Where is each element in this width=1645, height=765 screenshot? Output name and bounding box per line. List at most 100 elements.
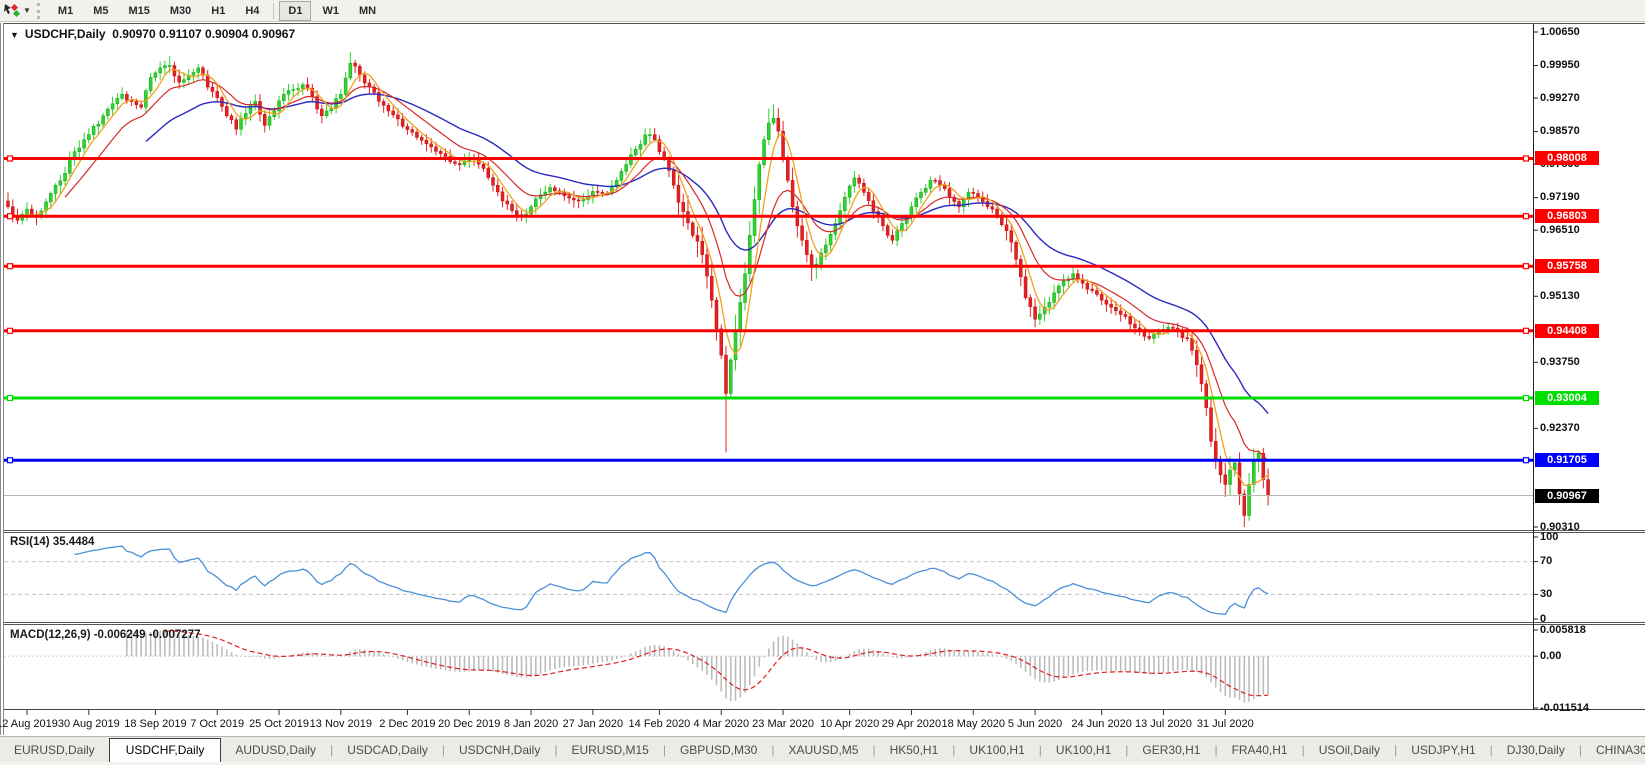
- candle-body: [301, 85, 304, 89]
- candle-body: [453, 162, 456, 164]
- candle-body: [1038, 314, 1041, 319]
- candle-body: [121, 94, 124, 98]
- chart-tab-xauusd-m5[interactable]: XAUUSD,M5: [774, 739, 872, 762]
- date-axis-label: 14 Feb 2020: [629, 718, 691, 730]
- candle-body: [639, 144, 642, 149]
- candle-body: [1248, 484, 1251, 515]
- chart-symbol-dropdown-icon[interactable]: ▼: [10, 30, 19, 40]
- candle-body: [1243, 494, 1246, 516]
- line-handle[interactable]: [8, 396, 13, 401]
- candle-body: [235, 120, 238, 129]
- chart-tab-hk50-h1[interactable]: HK50,H1: [876, 739, 953, 762]
- line-handle[interactable]: [1524, 458, 1529, 463]
- candle-body: [1252, 460, 1255, 484]
- candle-body: [173, 66, 176, 76]
- line-handle[interactable]: [8, 264, 13, 269]
- candle-body: [1124, 314, 1127, 316]
- candle-body: [710, 276, 713, 300]
- candle-body: [729, 360, 732, 394]
- chart-tab-usdcnh-daily[interactable]: USDCNH,Daily: [445, 739, 554, 762]
- date-axis-label: 18 May 2020: [941, 718, 1005, 730]
- date-axis-label: 18 Sep 2019: [124, 718, 186, 730]
- candle-body: [1219, 460, 1222, 474]
- candle-body: [216, 91, 219, 97]
- chart-tab-audusd-daily[interactable]: AUDUSD,Daily: [221, 739, 330, 762]
- candle-body: [1072, 274, 1075, 279]
- candle-body: [786, 159, 789, 181]
- price-axis-label: 0.95130: [1540, 290, 1580, 302]
- line-handle[interactable]: [8, 156, 13, 161]
- candle-body: [1005, 225, 1008, 231]
- candle-body: [1224, 475, 1227, 485]
- chart-tab-bar: EURUSD,DailyUSDCHF,DailyAUDUSD,Daily|USD…: [0, 736, 1645, 762]
- line-handle[interactable]: [8, 214, 13, 219]
- hline-price-label: 0.98008: [1535, 151, 1599, 165]
- chart-canvas[interactable]: [0, 0, 1645, 765]
- candle-body: [349, 63, 352, 78]
- candle-body: [344, 78, 347, 94]
- candle-body: [648, 135, 651, 136]
- line-handle[interactable]: [8, 328, 13, 333]
- candle-body: [991, 207, 994, 209]
- chart-tab-china300-h4[interactable]: CHINA300,H4: [1582, 739, 1645, 762]
- candle-body: [677, 185, 680, 202]
- candle-body: [682, 202, 685, 211]
- chart-tab-usoil-daily[interactable]: USOil,Daily: [1305, 739, 1394, 762]
- candle-body: [867, 192, 870, 200]
- candle-body: [444, 154, 447, 157]
- candle-body: [144, 91, 147, 107]
- chart-tab-usdjpy-h1[interactable]: USDJPY,H1: [1397, 739, 1489, 762]
- chart-tab-ger30-h1[interactable]: GER30,H1: [1128, 739, 1214, 762]
- chart-tab-fra40-h1[interactable]: FRA40,H1: [1218, 739, 1302, 762]
- line-handle[interactable]: [8, 458, 13, 463]
- candle-body: [54, 185, 57, 193]
- line-handle[interactable]: [1524, 156, 1529, 161]
- hline-price-label: 0.95758: [1535, 259, 1599, 273]
- hline-price-label: 0.94408: [1535, 324, 1599, 338]
- chart-tab-dj30-daily[interactable]: DJ30,Daily: [1493, 739, 1579, 762]
- main-price-pane[interactable]: [7, 52, 1270, 527]
- rsi-axis-label: 70: [1540, 555, 1552, 567]
- candle-body: [1062, 281, 1065, 286]
- candle-body: [1010, 231, 1013, 243]
- candle-body: [282, 94, 285, 101]
- candle-body: [496, 185, 499, 192]
- date-axis-label: 8 Jan 2020: [504, 718, 558, 730]
- chart-tab-eurusd-m15[interactable]: EURUSD,M15: [557, 739, 662, 762]
- chart-tab-usdchf-daily[interactable]: USDCHF,Daily: [109, 738, 222, 763]
- macd-pane[interactable]: [4, 630, 1533, 702]
- line-handle[interactable]: [1524, 214, 1529, 219]
- candle-body: [810, 255, 813, 266]
- candle-body: [805, 240, 808, 254]
- candle-body: [363, 75, 366, 83]
- candle-body: [168, 66, 171, 67]
- line-handle[interactable]: [1524, 264, 1529, 269]
- line-handle[interactable]: [1524, 396, 1529, 401]
- candle-body: [767, 123, 770, 140]
- price-axis-label: 0.98570: [1540, 125, 1580, 137]
- chart-tab-uk100-h1[interactable]: UK100,H1: [955, 739, 1038, 762]
- line-handle[interactable]: [1524, 328, 1529, 333]
- candle-body: [396, 115, 399, 119]
- chart-tab-gbpusd-m30[interactable]: GBPUSD,M30: [666, 739, 771, 762]
- candle-body: [672, 170, 675, 185]
- date-axis-label: 20 Dec 2019: [438, 718, 500, 730]
- chart-tab-uk100-h1[interactable]: UK100,H1: [1042, 739, 1125, 762]
- candle-body: [1152, 335, 1155, 339]
- candle-body: [625, 165, 628, 172]
- candle-body: [106, 109, 109, 116]
- chart-tab-usdcad-daily[interactable]: USDCAD,Daily: [333, 739, 442, 762]
- rsi-pane[interactable]: [4, 546, 1533, 614]
- candle-body: [411, 130, 414, 133]
- candle-body: [720, 329, 723, 355]
- price-axis-label: 0.99270: [1540, 92, 1580, 104]
- candle-body: [534, 199, 537, 207]
- chart-tab-eurusd-daily[interactable]: EURUSD,Daily: [0, 739, 109, 762]
- chart-window-left-border: [0, 23, 4, 735]
- price-axis-label: 0.96510: [1540, 224, 1580, 236]
- candle-body: [64, 173, 67, 181]
- candle-body: [111, 104, 114, 109]
- candle-body: [758, 165, 761, 200]
- candle-body: [1105, 300, 1108, 304]
- candle-body: [572, 198, 575, 200]
